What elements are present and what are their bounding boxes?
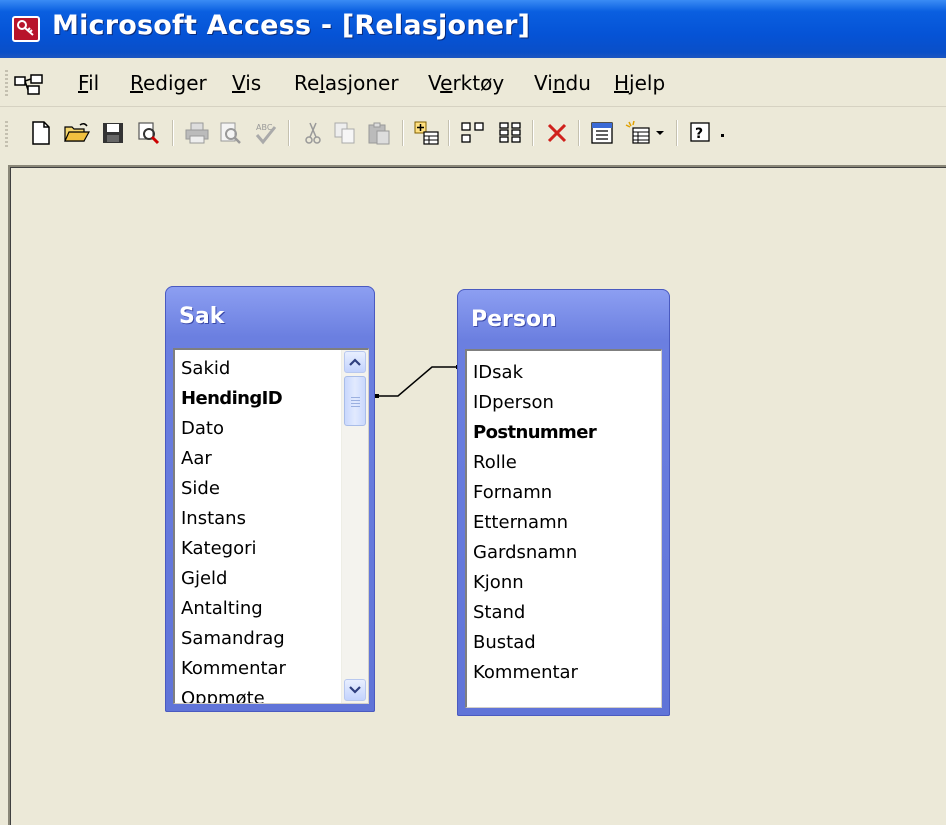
- field-item[interactable]: Gjeld: [181, 568, 227, 589]
- field-item[interactable]: Oppmøte: [181, 688, 265, 703]
- field-item[interactable]: Stand: [473, 602, 525, 623]
- scroll-down-button[interactable]: [344, 679, 366, 701]
- field-item[interactable]: Gardsnamn: [473, 542, 577, 563]
- field-list-sak[interactable]: Sakid HendingID Dato Aar Side Instans Ka…: [173, 348, 369, 704]
- field-item[interactable]: IDperson: [473, 392, 554, 413]
- field-item[interactable]: Instans: [181, 508, 246, 529]
- scroll-up-button[interactable]: [344, 351, 366, 373]
- field-item[interactable]: Rolle: [473, 452, 517, 473]
- table-title-person[interactable]: Person: [471, 307, 557, 332]
- scroll-thumb-grip: [351, 400, 360, 401]
- field-item[interactable]: Postnummer: [473, 422, 597, 443]
- field-item[interactable]: Side: [181, 478, 220, 499]
- field-item[interactable]: HendingID: [181, 388, 283, 409]
- scroll-thumb-grip: [351, 403, 360, 404]
- field-item[interactable]: Fornamn: [473, 482, 552, 503]
- table-title-sak[interactable]: Sak: [179, 304, 224, 329]
- scrollbar-sak[interactable]: [341, 350, 368, 703]
- field-item[interactable]: Dato: [181, 418, 224, 439]
- field-item[interactable]: Kjonn: [473, 572, 524, 593]
- field-item[interactable]: Sakid: [181, 358, 230, 379]
- field-item[interactable]: Kommentar: [181, 658, 286, 679]
- field-item[interactable]: Antalting: [181, 598, 263, 619]
- scroll-thumb[interactable]: [344, 376, 366, 426]
- field-item[interactable]: Bustad: [473, 632, 536, 653]
- field-item[interactable]: Aar: [181, 448, 212, 469]
- scroll-thumb-grip: [351, 397, 360, 398]
- table-window-sak[interactable]: Sak Sakid HendingID Dato Aar Side Instan…: [165, 286, 375, 712]
- field-list-person[interactable]: IDsak IDperson Postnummer Rolle Fornamn …: [465, 349, 662, 708]
- table-window-person[interactable]: Person IDsak IDperson Postnummer Rolle F…: [457, 289, 670, 716]
- field-item[interactable]: Kommentar: [473, 662, 578, 683]
- scroll-thumb-grip: [351, 406, 360, 407]
- field-item[interactable]: Etternamn: [473, 512, 568, 533]
- field-item[interactable]: Samandrag: [181, 628, 285, 649]
- field-item[interactable]: IDsak: [473, 362, 523, 383]
- field-item[interactable]: Kategori: [181, 538, 257, 559]
